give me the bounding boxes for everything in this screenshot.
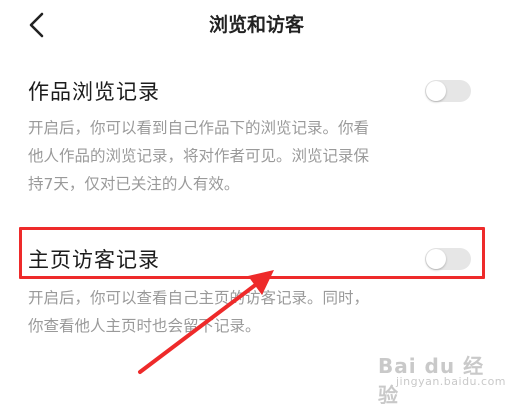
arrow-annotation-icon	[138, 270, 274, 374]
work-view-history-toggle[interactable]	[425, 80, 471, 102]
page-title: 浏览和访客	[208, 14, 304, 36]
description-line: 开启后，你可以看到自己作品下的浏览记录。你看	[28, 119, 370, 137]
setting-row: 作品浏览记录	[0, 70, 513, 110]
description-line: 你查看他人主页时也会留下记录。	[28, 317, 261, 335]
description-line: 他人作品的浏览记录，将对作者可见。浏览记录保	[28, 147, 370, 165]
highlight-annotation	[19, 227, 485, 279]
setting-description: 开启后，你可以查看自己主页的访客记录。同时， 你查看他人主页时也会留下记录。	[28, 284, 478, 340]
watermark-url: jingyan.baidu.com	[396, 375, 507, 388]
watermark: Bai du 经验 jingyan.baidu.com	[378, 350, 506, 404]
setting-label: 作品浏览记录	[28, 80, 160, 104]
toggle-knob	[426, 81, 446, 101]
header: 浏览和访客	[0, 0, 513, 48]
description-line: 开启后，你可以查看自己主页的访客记录。同时，	[28, 289, 370, 307]
description-line: 持7天，仅对已关注的人有效。	[28, 175, 240, 193]
privacy-settings-screen: 浏览和访客 作品浏览记录 开启后，你可以看到自己作品下的浏览记录。你看 他人作品…	[0, 0, 513, 404]
setting-description: 开启后，你可以看到自己作品下的浏览记录。你看 他人作品的浏览记录，将对作者可见。…	[28, 114, 478, 198]
setting-work-view-history: 作品浏览记录 开启后，你可以看到自己作品下的浏览记录。你看 他人作品的浏览记录，…	[0, 70, 513, 193]
